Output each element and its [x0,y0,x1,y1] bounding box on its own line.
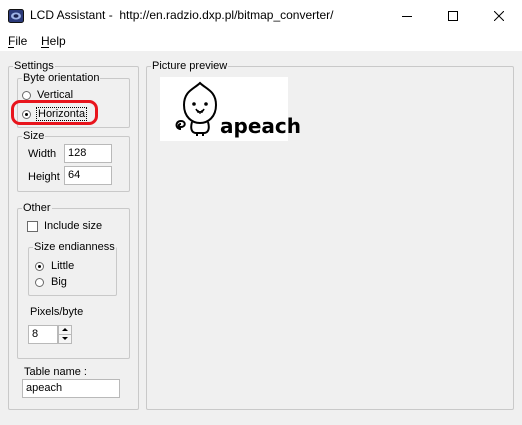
menu-file[interactable]: File [8,34,27,48]
pixels-per-byte-spinner[interactable] [58,325,72,344]
file-accelerator-underline [8,47,14,48]
preview-image: apeach [160,77,301,141]
help-accelerator-underline [41,47,49,48]
table-name-label: Table name : [24,366,87,378]
close-icon [494,10,504,21]
settings-group-label: Settings [13,60,55,72]
preview-image-text: apeach [220,114,301,138]
arrow-up-icon [62,328,68,331]
vertical-radio-indicator [22,91,31,100]
pixels-per-byte-label: Pixels/byte [30,306,84,318]
little-radio[interactable]: Little [34,260,94,274]
maximize-button[interactable] [430,0,476,31]
big-radio-indicator [35,278,44,287]
height-label: Height [28,171,60,183]
spinner-down-button[interactable] [59,335,71,343]
table-name-input[interactable]: apeach [22,379,120,398]
little-radio-indicator [35,262,44,271]
minimize-icon [402,15,412,17]
height-input[interactable]: 64 [64,166,112,185]
size-group-label: Size [22,130,46,142]
app-icon [8,8,24,24]
pixels-per-byte-input[interactable]: 8 [28,325,58,344]
picture-preview-label: Picture preview [151,60,229,72]
big-radio-label: Big [51,276,67,288]
include-size-checkbox-box [27,221,38,232]
width-input[interactable]: 128 [64,144,112,163]
other-group-label: Other [22,202,52,214]
width-label: Width [28,148,57,160]
byte-orientation-label: Byte orientation [22,72,101,84]
minimize-button[interactable] [384,0,430,31]
menu-bar [0,31,522,52]
little-radio-label: Little [51,260,75,272]
highlight-annotation [11,100,98,125]
include-size-label: Include size [44,220,103,232]
big-radio[interactable]: Big [34,276,94,290]
close-button[interactable] [476,0,522,31]
maximize-icon [448,10,458,21]
window-title: LCD Assistant - http://en.radzio.dxp.pl/… [30,8,334,22]
size-endianness-label: Size endianness [33,241,116,253]
arrow-down-icon [62,337,68,340]
spinner-up-button[interactable] [59,326,71,334]
include-size-checkbox[interactable]: Include size [27,220,117,234]
menu-help[interactable]: Help [41,34,66,48]
